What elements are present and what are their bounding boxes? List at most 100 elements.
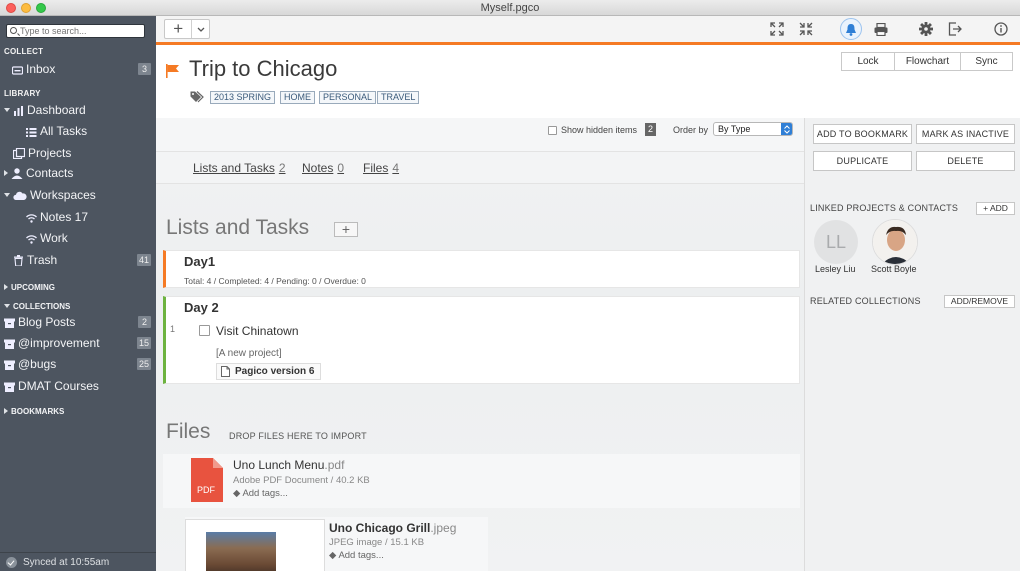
- disclosure-triangle-icon[interactable]: [4, 170, 8, 176]
- duplicate-button[interactable]: DUPLICATE: [813, 151, 912, 171]
- collection-label: @improvement: [18, 336, 100, 350]
- bookmarks-heading[interactable]: BOOKMARKS: [4, 402, 64, 420]
- cloud-icon: [13, 190, 27, 200]
- avatar[interactable]: LL: [814, 220, 858, 264]
- tab-lists-and-tasks[interactable]: Lists and Tasks 2: [193, 161, 286, 175]
- sidebar-item-dashboard[interactable]: Dashboard: [4, 101, 86, 119]
- task-list-day1[interactable]: Day1 Total: 4 / Completed: 4 / Pending: …: [163, 250, 800, 288]
- page-title[interactable]: Trip to Chicago: [189, 56, 337, 82]
- disclosure-triangle-icon[interactable]: [4, 284, 8, 290]
- file-item[interactable]: PDF Uno Lunch Menu.pdf Adobe PDF Documen…: [163, 454, 800, 508]
- wifi-icon: [26, 212, 37, 223]
- search-input[interactable]: [20, 25, 142, 37]
- collection-count-badge: 15: [136, 337, 151, 349]
- add-tags-label: Add tags...: [242, 488, 288, 499]
- tag-chip[interactable]: 2013 SPRING: [210, 91, 276, 104]
- collection-item[interactable]: Blog Posts 2: [4, 313, 156, 331]
- upcoming-heading[interactable]: UPCOMING: [4, 278, 55, 296]
- add-tags-link[interactable]: ◆ Add tags...: [329, 550, 384, 561]
- collection-count-badge: 25: [136, 358, 151, 370]
- collection-item[interactable]: DMAT Courses: [4, 377, 156, 395]
- flowchart-button[interactable]: Flowchart: [894, 52, 961, 71]
- app-window: Myself.pgco COLLECT Inbox 3 LIBRARY Dash…: [0, 0, 1020, 571]
- tag-chip[interactable]: TRAVEL: [377, 91, 420, 104]
- print-icon[interactable]: [872, 21, 890, 37]
- box-icon: [4, 317, 15, 328]
- collapse-icon[interactable]: [797, 21, 815, 37]
- collection-item[interactable]: @improvement 15: [4, 334, 156, 352]
- sidebar-item-workspaces[interactable]: Workspaces: [4, 186, 96, 204]
- sync-button[interactable]: Sync: [960, 52, 1013, 71]
- task-project-note[interactable]: [A new project]: [216, 348, 282, 359]
- add-tags-link[interactable]: ◆ Add tags...: [233, 488, 288, 499]
- add-remove-collections-button[interactable]: ADD/REMOVE: [944, 295, 1015, 308]
- order-by-select[interactable]: By Type: [713, 122, 793, 136]
- task-checkbox[interactable]: [199, 325, 210, 336]
- check-circle-icon: [6, 556, 17, 568]
- mark-as-inactive-button[interactable]: MARK AS INACTIVE: [916, 124, 1015, 144]
- tag-chip[interactable]: PERSONAL: [319, 91, 377, 104]
- expand-icon[interactable]: [768, 21, 786, 37]
- disclosure-triangle-icon[interactable]: [4, 108, 10, 112]
- upcoming-label: UPCOMING: [11, 282, 55, 292]
- sidebar-item-trash[interactable]: Trash 41: [13, 251, 156, 269]
- pdf-file-icon: [191, 458, 223, 505]
- avatar[interactable]: [872, 219, 918, 265]
- sidebar-item-inbox[interactable]: Inbox 3: [11, 60, 156, 78]
- trash-icon: [13, 255, 24, 267]
- box-icon: [4, 338, 15, 349]
- window-title: Myself.pgco: [480, 2, 540, 14]
- task-attachment[interactable]: Pagico version 6: [216, 363, 322, 380]
- sidebar-item-projects[interactable]: Projects: [12, 144, 71, 162]
- list-title[interactable]: Day 2: [184, 300, 219, 315]
- box-icon: [4, 381, 15, 392]
- flag-icon[interactable]: [166, 64, 180, 78]
- file-item[interactable]: Uno Chicago Grill.jpeg JPEG image / 15.1…: [185, 517, 488, 571]
- chevron-down-icon[interactable]: [192, 27, 209, 32]
- sidebar-item-label: Work: [40, 231, 68, 245]
- disclosure-triangle-icon[interactable]: [4, 193, 10, 197]
- add-tags-label: Add tags...: [338, 550, 384, 561]
- pdf-icon-label: PDF: [197, 485, 215, 495]
- task-title[interactable]: Visit Chinatown: [216, 324, 299, 338]
- lock-button[interactable]: Lock: [841, 52, 895, 71]
- file-name[interactable]: Uno Lunch Menu.pdf: [233, 458, 344, 472]
- tab-files[interactable]: Files 4: [363, 161, 399, 175]
- add-to-bookmark-button[interactable]: ADD TO BOOKMARK: [813, 124, 912, 144]
- drop-files-hint[interactable]: DROP FILES HERE TO IMPORT: [229, 431, 367, 441]
- search-box[interactable]: [6, 24, 145, 38]
- show-hidden-checkbox[interactable]: [548, 126, 557, 135]
- show-hidden-label: Show hidden items: [561, 125, 638, 135]
- tag-icon[interactable]: [190, 91, 205, 106]
- contact-name[interactable]: Lesley Liu: [815, 264, 856, 274]
- info-icon[interactable]: [992, 21, 1010, 37]
- contact-name[interactable]: Scott Boyle: [871, 264, 917, 274]
- sidebar-item-work[interactable]: Work: [26, 229, 68, 247]
- bell-icon[interactable]: [840, 18, 862, 40]
- tag-chip[interactable]: HOME: [280, 91, 315, 104]
- collection-item[interactable]: @bugs 25: [4, 355, 156, 373]
- add-link-button[interactable]: + ADD: [976, 202, 1015, 215]
- select-arrows-icon[interactable]: [781, 123, 792, 135]
- sidebar-item-all-tasks[interactable]: All Tasks: [26, 122, 87, 140]
- delete-button[interactable]: DELETE: [916, 151, 1015, 171]
- tag-icon: ◆: [329, 550, 337, 561]
- collection-label: DMAT Courses: [18, 379, 99, 393]
- file-name[interactable]: Uno Chicago Grill.jpeg: [329, 521, 456, 535]
- disclosure-triangle-icon[interactable]: [4, 408, 8, 414]
- add-list-button[interactable]: +: [334, 222, 358, 237]
- gear-icon[interactable]: [917, 21, 935, 37]
- add-menu-button[interactable]: +: [164, 19, 210, 39]
- file-meta: Adobe PDF Document / 40.2 KB: [233, 475, 370, 486]
- sidebar-item-label: Trash: [27, 253, 58, 267]
- related-collections-heading: RELATED COLLECTIONS: [810, 296, 921, 306]
- logout-icon[interactable]: [946, 21, 964, 37]
- list-title[interactable]: Day1: [184, 254, 215, 269]
- plus-icon[interactable]: +: [165, 20, 193, 38]
- disclosure-triangle-icon[interactable]: [4, 304, 10, 308]
- task-list-day2[interactable]: Day 2 1 Visit Chinatown [A new project] …: [163, 296, 800, 384]
- sidebar-item-notes[interactable]: Notes 17: [26, 208, 88, 226]
- sidebar-item-contacts[interactable]: Contacts: [4, 164, 73, 182]
- tab-notes[interactable]: Notes 0: [302, 161, 344, 175]
- image-thumbnail[interactable]: [185, 519, 325, 571]
